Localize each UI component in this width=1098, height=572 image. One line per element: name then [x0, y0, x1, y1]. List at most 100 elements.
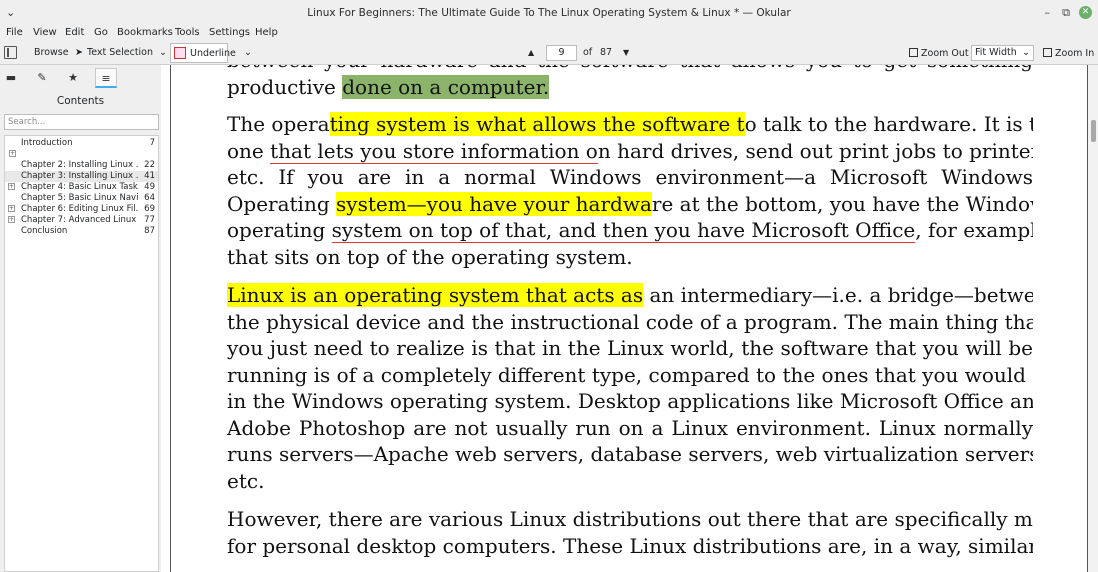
- sidebar-toggle-icon[interactable]: [4, 46, 17, 59]
- expand-icon[interactable]: +: [8, 216, 15, 223]
- text-line: However, there are various Linux distrib…: [227, 507, 1033, 531]
- toc-item-label: Introduction: [21, 138, 73, 148]
- bookmarks-tab-icon[interactable]: ★: [62, 68, 84, 88]
- toc-item-page: 7: [149, 138, 155, 148]
- text-line: running is of a completely different typ…: [227, 362, 1033, 387]
- text-span: one: [227, 138, 271, 163]
- underline-icon: [174, 47, 186, 59]
- sidebar-tabs: ▬ ✎ ★ ≡: [0, 65, 161, 90]
- browse-tool-button[interactable]: Browse: [34, 47, 69, 58]
- maximize-button[interactable]: ⧉: [1062, 6, 1070, 20]
- toc-item-chapter-6[interactable]: + Chapter 6: Editing Linux Fil... 69: [5, 204, 158, 215]
- toc-item-page: 64: [144, 193, 155, 203]
- text-span: o talk to the hardware. It is the: [744, 112, 1033, 136]
- text-line: for personal desktop computers. These Li…: [227, 533, 1033, 558]
- main-toolbar: Browse ➤ Text Selection ⌄ Underline ⌄ ▲ …: [0, 42, 1098, 65]
- red-underline[interactable]: system on top of that, and then you have…: [331, 218, 916, 243]
- thumbnails-tab-icon[interactable]: ▬: [0, 68, 22, 88]
- menu-go[interactable]: Go: [94, 27, 108, 38]
- annotation-dropdown-icon[interactable]: ⌄: [244, 47, 252, 58]
- yellow-highlight[interactable]: Linux is an operating system that acts a…: [227, 283, 644, 307]
- page-number-input[interactable]: 9: [546, 45, 577, 61]
- text-line: that sits on top of the operating system…: [227, 244, 633, 269]
- menu-edit[interactable]: Edit: [65, 27, 84, 38]
- text-line: etc. If you are in a normal Windows envi…: [227, 165, 1033, 189]
- yellow-highlight[interactable]: ting system is what allows the software …: [329, 112, 745, 136]
- contents-search-input[interactable]: Search...: [4, 114, 159, 130]
- toc-item-page: 49: [144, 182, 155, 192]
- text-line: Operating system—you have your hardware …: [227, 191, 1033, 218]
- previous-page-icon[interactable]: ▲: [528, 48, 534, 57]
- text-span: n hard drives, send out print jobs to pr…: [597, 138, 1033, 163]
- toc-item-chapter-3[interactable]: Chapter 3: Installing Linux ... 41: [5, 171, 158, 182]
- minimize-button[interactable]: –: [1045, 6, 1051, 19]
- page-of-label: of: [583, 47, 593, 58]
- annotation-tool-selector[interactable]: Underline: [170, 43, 236, 63]
- toc-item-page: 77: [144, 215, 155, 225]
- menu-file[interactable]: File: [6, 27, 23, 38]
- chevron-down-icon: ⌄: [1022, 47, 1030, 58]
- text-line: productive done on a computer.: [227, 74, 1033, 101]
- toc-item-page: 69: [144, 204, 155, 214]
- toc-item-page: 41: [144, 171, 155, 181]
- toc-item-chapter-2[interactable]: Chapter 2: Installing Linux ... 22: [5, 160, 158, 171]
- menu-bookmarks[interactable]: Bookmarks: [117, 27, 173, 38]
- zoom-in-label: Zoom In: [1055, 48, 1095, 59]
- text-line: Adobe Photoshop are not usually run on a…: [227, 415, 1033, 440]
- zoom-out-icon: [909, 48, 918, 57]
- sidebar: ▬ ✎ ★ ≡ Contents Search... Introduction …: [0, 65, 161, 572]
- paragraph-2: Linux is an operating system that acts a…: [227, 282, 1033, 494]
- toc-item-chapter-5[interactable]: Chapter 5: Basic Linux Navi... 64: [5, 193, 158, 204]
- menu-view[interactable]: View: [33, 27, 57, 38]
- text-span: productive: [227, 74, 343, 99]
- toc-item-chapter-4[interactable]: + Chapter 4: Basic Linux Task... 49: [5, 182, 158, 193]
- menu-help[interactable]: Help: [255, 27, 278, 38]
- red-underline[interactable]: that lets you store information o: [270, 138, 598, 164]
- toc-item-conclusion[interactable]: Conclusion 87: [5, 226, 158, 237]
- zoom-in-icon: [1043, 48, 1052, 57]
- next-page-icon[interactable]: ▼: [623, 48, 629, 57]
- expand-icon[interactable]: +: [8, 205, 15, 212]
- text-span: The opera: [227, 112, 330, 136]
- toc-item-introduction[interactable]: Introduction 7: [5, 138, 158, 149]
- text-line: The operating system is what allows the …: [227, 111, 1033, 138]
- paragraph-0: between your hardware and the software t…: [227, 65, 1033, 100]
- toc-item-label: Chapter 7: Advanced Linux ...: [21, 215, 139, 225]
- document-view[interactable]: between your hardware and the software t…: [161, 65, 1098, 572]
- toc-item-label: Chapter 6: Editing Linux Fil...: [21, 204, 139, 214]
- toc-item-label: Chapter 2: Installing Linux ...: [21, 160, 139, 170]
- annotations-tab-icon[interactable]: ✎: [31, 68, 53, 88]
- text-span: operating: [227, 218, 332, 242]
- table-of-contents: Introduction 7 + Chapter 2: Installing L…: [4, 135, 159, 572]
- text-span: an intermediary—i.e. a bridge—between: [643, 283, 1033, 307]
- menu-tools[interactable]: Tools: [175, 27, 200, 38]
- text-span: , for example,: [915, 218, 1033, 242]
- zoom-out-button[interactable]: Zoom Out: [909, 47, 969, 59]
- scrollbar-thumb[interactable]: [1091, 120, 1096, 142]
- zoom-mode-select[interactable]: Fit Width ⌄: [971, 45, 1034, 61]
- text-line: runs servers—Apache web servers, databas…: [227, 442, 1033, 466]
- text-selection-tool-button[interactable]: Text Selection: [87, 47, 153, 58]
- toc-item-chapter-7[interactable]: + Chapter 7: Advanced Linux ... 77: [5, 215, 158, 226]
- close-button[interactable]: ✕: [1079, 6, 1092, 19]
- yellow-highlight[interactable]: system—you have your hardwa: [336, 191, 652, 216]
- toc-item-label: Conclusion: [21, 226, 68, 236]
- vertical-scrollbar[interactable]: [1088, 65, 1098, 572]
- toc-item-label: Chapter 5: Basic Linux Navi...: [21, 193, 139, 203]
- text-line: one that lets you store information on h…: [227, 138, 1033, 165]
- text-line: etc.: [227, 468, 265, 493]
- paragraph-1: The operating system is what allows the …: [227, 111, 1033, 270]
- menu-settings[interactable]: Settings: [209, 27, 250, 38]
- title-bar: ⌄ Linux For Beginners: The Ultimate Guid…: [0, 0, 1098, 26]
- text-line: between your hardware and the software t…: [227, 65, 1033, 74]
- toc-item-collapsed[interactable]: +: [5, 149, 158, 160]
- expand-icon[interactable]: +: [8, 183, 15, 190]
- chevron-down-icon[interactable]: ⌄: [159, 47, 167, 58]
- green-highlight[interactable]: done on a computer.: [342, 74, 550, 99]
- contents-tab-icon[interactable]: ≡: [95, 68, 117, 88]
- zoom-mode-value: Fit Width: [975, 47, 1017, 58]
- expand-icon[interactable]: +: [9, 150, 16, 157]
- toc-item-page: 22: [144, 160, 155, 170]
- text-span: re at the bottom, you have the Windows: [651, 191, 1033, 216]
- zoom-in-button[interactable]: Zoom In: [1043, 47, 1094, 59]
